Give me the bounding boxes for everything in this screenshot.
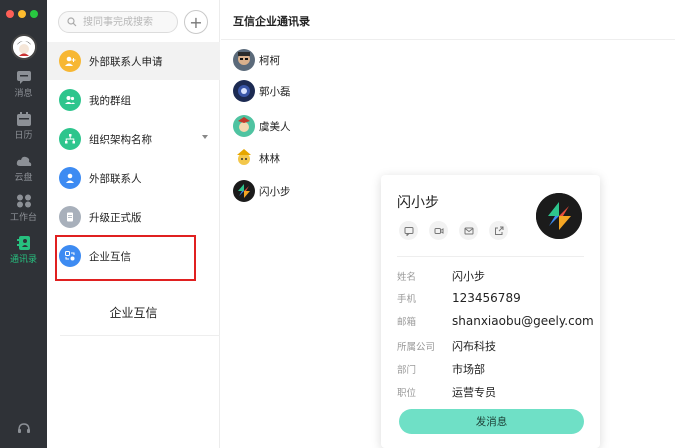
nav-contacts-label: 通讯录 [9, 255, 37, 265]
share-icon [494, 226, 503, 235]
divider [221, 39, 675, 40]
contact-item[interactable]: 闪小步 [233, 180, 291, 202]
contact-item[interactable]: 郭小磊 [233, 80, 291, 102]
search-box[interactable] [58, 11, 178, 33]
field-value[interactable]: shanxiaobu@geely.com [452, 314, 594, 328]
nav-workbench-label: 工作台 [9, 213, 37, 223]
sidebar-item-label: 外部联系人申请 [89, 55, 163, 68]
highlight-box [55, 235, 196, 281]
calendar-icon [16, 112, 31, 126]
sidebar-item-label: 外部联系人 [89, 172, 142, 185]
avatar [233, 115, 255, 137]
sidebar-item-upgrade[interactable]: 升级正式版 [47, 198, 220, 236]
close-window-button[interactable] [6, 10, 14, 18]
group-icon [59, 89, 81, 111]
contacts-icon [16, 236, 30, 250]
field-value[interactable]: 123456789 [452, 291, 521, 305]
field-label: 职位 [397, 388, 417, 399]
share-button[interactable] [489, 221, 508, 240]
field-position: 职位 运营专员 [397, 384, 496, 400]
window-controls [6, 10, 38, 18]
avatar [233, 147, 255, 169]
divider [397, 256, 584, 257]
contact-item[interactable]: 虞美人 [233, 115, 291, 137]
field-value: 闪小步 [452, 270, 485, 283]
video-icon [434, 227, 443, 234]
contact-card: 闪小步 姓名 闪小步 手机 123456789 邮箱 shanxiaobu@ge… [381, 175, 600, 448]
field-department: 部门 市场部 [397, 361, 485, 377]
message-icon [404, 226, 413, 236]
contact-name: 虞美人 [259, 120, 291, 133]
field-label: 部门 [397, 365, 417, 376]
field-value: 闪布科技 [452, 340, 496, 353]
org-icon [59, 128, 81, 150]
sidebar-item-org-structure[interactable]: 组织架构名称 [47, 120, 220, 158]
nav-calendar-label: 日历 [14, 131, 33, 141]
user-avatar[interactable] [11, 34, 37, 60]
search-input[interactable] [81, 15, 171, 29]
sidebar-item-external-contacts[interactable]: 外部联系人 [47, 159, 220, 197]
field-company: 所属公司 闪布科技 [397, 338, 496, 354]
section-label: 企业互信 [109, 306, 158, 320]
sidebar-item-label: 我的群组 [89, 94, 131, 107]
page-title: 互信企业通讯录 [233, 15, 310, 28]
sidebar-item-label: 升级正式版 [89, 211, 142, 224]
add-contact-icon [59, 50, 81, 72]
avatar [233, 80, 255, 102]
field-label: 邮箱 [397, 317, 417, 328]
card-actions [399, 221, 508, 240]
nav-workbench[interactable]: 工作台 [0, 194, 47, 223]
message-button[interactable] [399, 221, 418, 240]
contact-item[interactable]: 林林 [233, 147, 280, 169]
plus-icon: + [189, 12, 203, 32]
nav-drive-label: 云盘 [14, 173, 33, 183]
chat-icon [16, 71, 31, 84]
search-icon [67, 17, 77, 27]
sidebar-item-label: 组织架构名称 [89, 133, 152, 146]
mail-button[interactable] [459, 221, 478, 240]
field-value: 运营专员 [452, 386, 496, 399]
send-message-button[interactable]: 发消息 [399, 409, 584, 434]
contact-name: 闪小步 [259, 185, 291, 198]
contact-item[interactable]: 柯柯 [233, 49, 280, 71]
add-button[interactable]: + [184, 10, 208, 34]
field-label: 姓名 [397, 272, 417, 283]
document-icon [59, 206, 81, 228]
video-button[interactable] [429, 221, 448, 240]
contact-name: 林林 [259, 152, 280, 165]
card-avatar [536, 193, 582, 239]
contact-directory-panel: + 外部联系人申请 我的群组 组织架构名称 外部联系人 升级正式版 企 [47, 0, 220, 448]
field-label: 所属公司 [397, 342, 436, 353]
nav-messages[interactable]: 消息 [0, 70, 47, 99]
field-name: 姓名 闪小步 [397, 268, 485, 284]
nav-rail: 消息 日历 云盘 工作台 通讯录 [0, 0, 47, 448]
avatar [233, 180, 255, 202]
nav-contacts[interactable]: 通讯录 [0, 236, 47, 265]
avatar [233, 49, 255, 71]
minimize-window-button[interactable] [18, 10, 26, 18]
sidebar-item-external-requests[interactable]: 外部联系人申请 [47, 42, 220, 80]
card-name: 闪小步 [397, 195, 439, 211]
nav-messages-label: 消息 [14, 89, 33, 99]
divider [60, 335, 220, 336]
headset-icon[interactable] [17, 422, 31, 436]
field-label: 手机 [397, 294, 417, 305]
nav-drive[interactable]: 云盘 [0, 154, 47, 183]
field-phone: 手机 123456789 [397, 291, 521, 305]
maximize-window-button[interactable] [30, 10, 38, 18]
mail-icon [464, 227, 473, 234]
sidebar-item-my-groups[interactable]: 我的群组 [47, 81, 220, 119]
person-icon [59, 167, 81, 189]
field-value: 市场部 [452, 363, 485, 376]
field-email: 邮箱 shanxiaobu@geely.com [397, 314, 594, 328]
apps-icon [16, 194, 31, 208]
nav-calendar[interactable]: 日历 [0, 112, 47, 141]
contact-name: 柯柯 [259, 54, 280, 67]
contact-name: 郭小磊 [259, 85, 291, 98]
chevron-down-icon[interactable] [202, 135, 208, 139]
cloud-icon [16, 156, 31, 166]
